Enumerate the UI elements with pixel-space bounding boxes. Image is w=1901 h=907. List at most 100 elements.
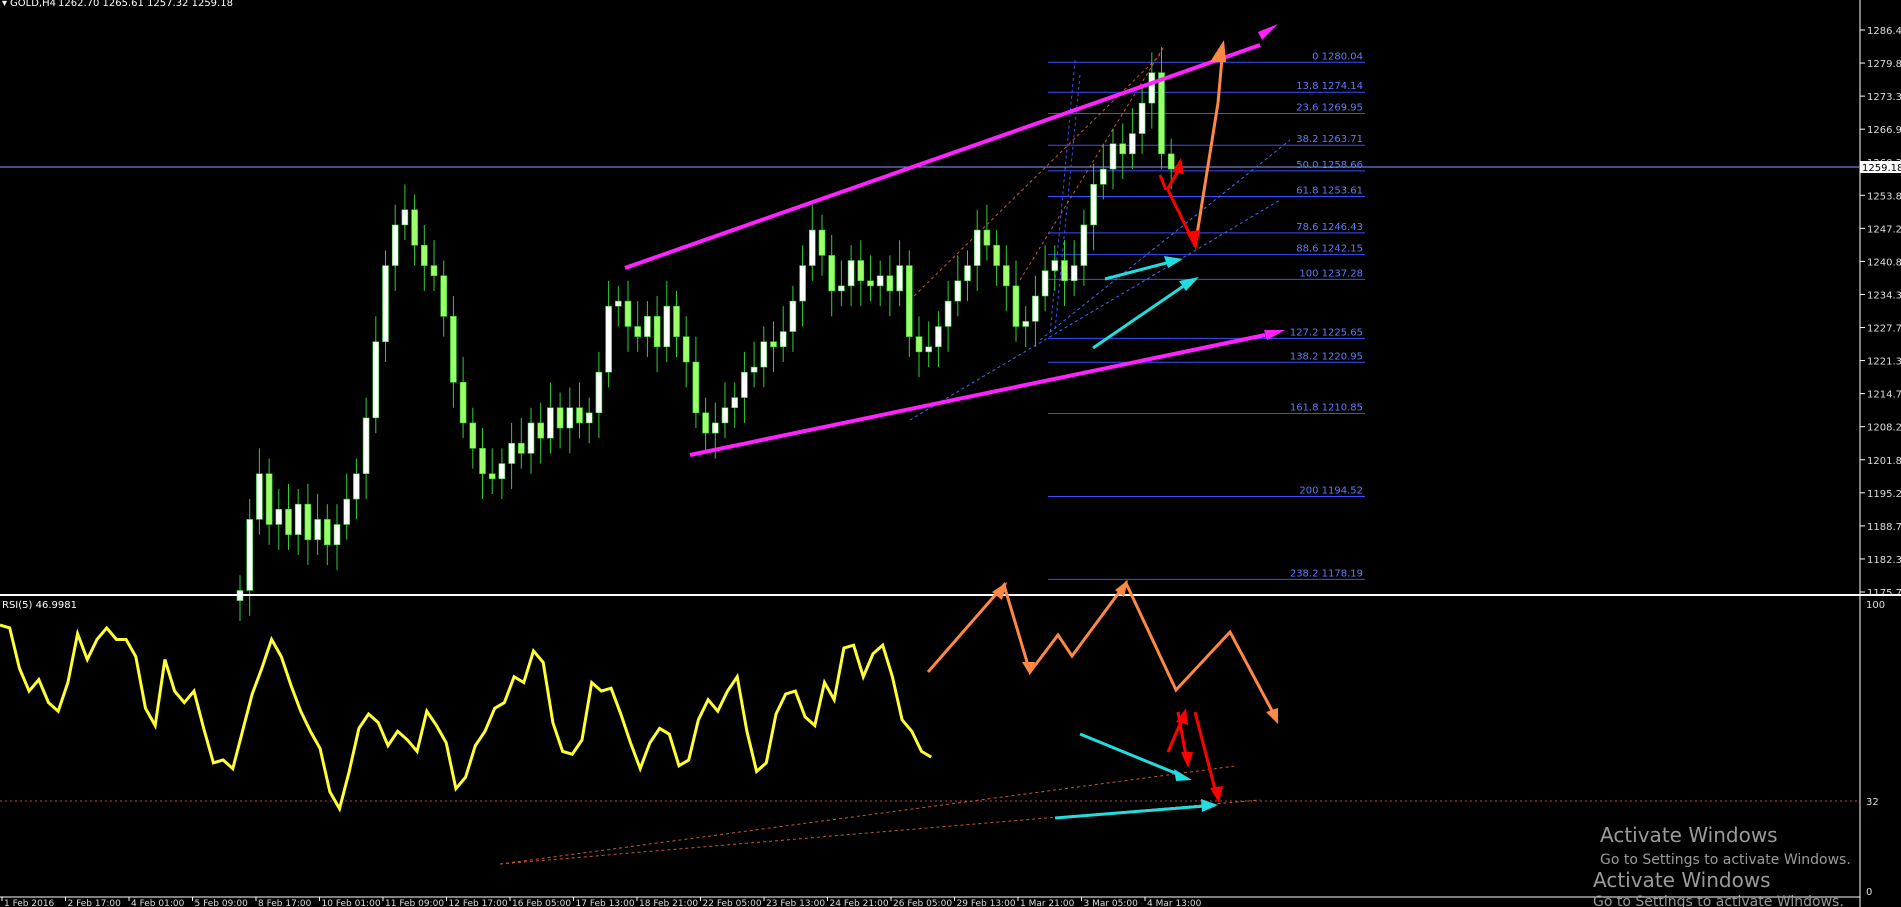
candle-body [876,275,884,287]
fib-level-label: 88.6 1242.15 [1296,244,1363,255]
fib-level-label: 138.2 1220.95 [1290,351,1363,362]
candle-body [799,265,806,302]
candle-body [954,280,962,302]
time-tick-label: 29 Feb 13:00 [957,899,1016,907]
candle-body [1148,72,1156,104]
candle-body [459,382,467,424]
price-tick-label: 1208.25 [1867,423,1901,434]
candle-body [304,503,312,541]
candle-body [595,371,603,414]
candle-body [343,498,351,525]
fib-level-label: 38.2 1263.71 [1296,134,1363,145]
time-tick-label: 1 Mar 21:00 [1020,899,1075,907]
candle-body [1167,153,1175,170]
candle-body [585,412,593,424]
candle-body [741,371,748,398]
candle-body [673,305,680,337]
candle-body [265,473,273,525]
candle-body [556,407,564,429]
candle-body [682,336,690,363]
candle-body [644,316,651,337]
price-tick-label: 1175.70 [1867,588,1901,599]
candle-body [993,244,1000,266]
candle-body [935,326,942,348]
candle-body [498,463,506,480]
candle-body [1100,168,1107,185]
candle-body [838,285,845,292]
candle-body [1070,265,1078,282]
chart-header: ▾ GOLD,H4 1262.70 1265.61 1257.32 1259.1… [2,0,233,9]
candle-body [847,260,855,287]
candle-body [372,341,380,419]
candle-body [905,265,913,337]
price-tick-label: 1195.20 [1867,489,1901,500]
candle-body [818,229,826,256]
fib-level-label: 0 1280.04 [1312,51,1363,62]
rsi-level-100: 100 [1866,600,1885,611]
fib-level-label: 238.2 1178.19 [1290,568,1363,579]
price-tick-label: 1266.90 [1867,125,1901,136]
header-arrow-icon: ▾ [2,0,7,9]
chart-background [0,0,1901,907]
candle-body [721,407,729,424]
candle-body [527,422,535,454]
price-tick-label: 1286.40 [1867,26,1901,37]
price-tick-label: 1188.75 [1867,522,1901,533]
candle-body [1109,143,1117,170]
candle-body [944,300,952,327]
candle-body [915,336,923,353]
fib-level-label: 161.8 1210.85 [1290,403,1363,414]
price-tick-label: 1182.30 [1867,555,1901,566]
time-tick-label: 4 Mar 13:00 [1147,899,1202,907]
time-tick-label: 26 Feb 05:00 [893,899,952,907]
candle-body [925,346,933,353]
symbol-label: GOLD,H4 [10,0,56,9]
candle-body [420,244,428,266]
rsi-level-0: 0 [1866,887,1872,898]
time-tick-label: 4 Feb 01:00 [131,899,185,907]
candle-body [256,473,263,520]
watermark-sub-2: Go to Settings to activate Windows. [1593,894,1844,907]
time-tick-label: 23 Feb 13:00 [766,899,825,907]
watermark-sub-1: Go to Settings to activate Windows. [1600,852,1851,868]
candle-body [896,265,903,292]
fib-level-label: 78.6 1246.43 [1296,222,1363,233]
candle-body [508,442,515,464]
candle-body [624,300,632,327]
candle-body [440,275,448,317]
fib-level-label: 23.6 1269.95 [1296,103,1363,114]
candle-body [537,422,545,439]
candle-body [867,280,874,287]
fib-level-label: 100 1237.28 [1299,268,1363,279]
candle-body [886,275,894,292]
time-tick-label: 10 Feb 01:00 [322,899,381,907]
candle-body [789,300,797,332]
time-tick-label: 16 Feb 05:00 [512,899,571,907]
candle-body [1090,184,1097,226]
candle-body [353,473,360,500]
candle-body [1158,72,1165,155]
trading-chart[interactable]: ▾ GOLD,H4 1262.70 1265.61 1257.32 1259.1… [0,0,1901,907]
candle-body [779,331,787,348]
candle-body [333,524,341,546]
candle-body [692,361,700,414]
candle-body [246,519,253,591]
candle-body [411,209,418,246]
ohlc-label: 1262.70 1265.61 1257.32 1259.18 [58,0,233,9]
candle-body [750,366,758,373]
candle-body [711,422,719,434]
candle-body [517,442,525,454]
candle-body [1080,224,1088,266]
price-tick-label: 1201.80 [1867,456,1901,467]
candle-body [1032,295,1039,322]
candle-body [1119,143,1126,155]
candle-body [1002,265,1010,287]
candle-body [760,341,768,368]
rsi-label: RSI(5) 46.9981 [2,600,77,611]
candle-body [323,519,331,546]
candle-body [614,300,622,307]
candle-body [857,260,865,282]
candle-body [731,397,739,409]
candle-body [653,316,661,348]
candle-body [828,255,836,292]
